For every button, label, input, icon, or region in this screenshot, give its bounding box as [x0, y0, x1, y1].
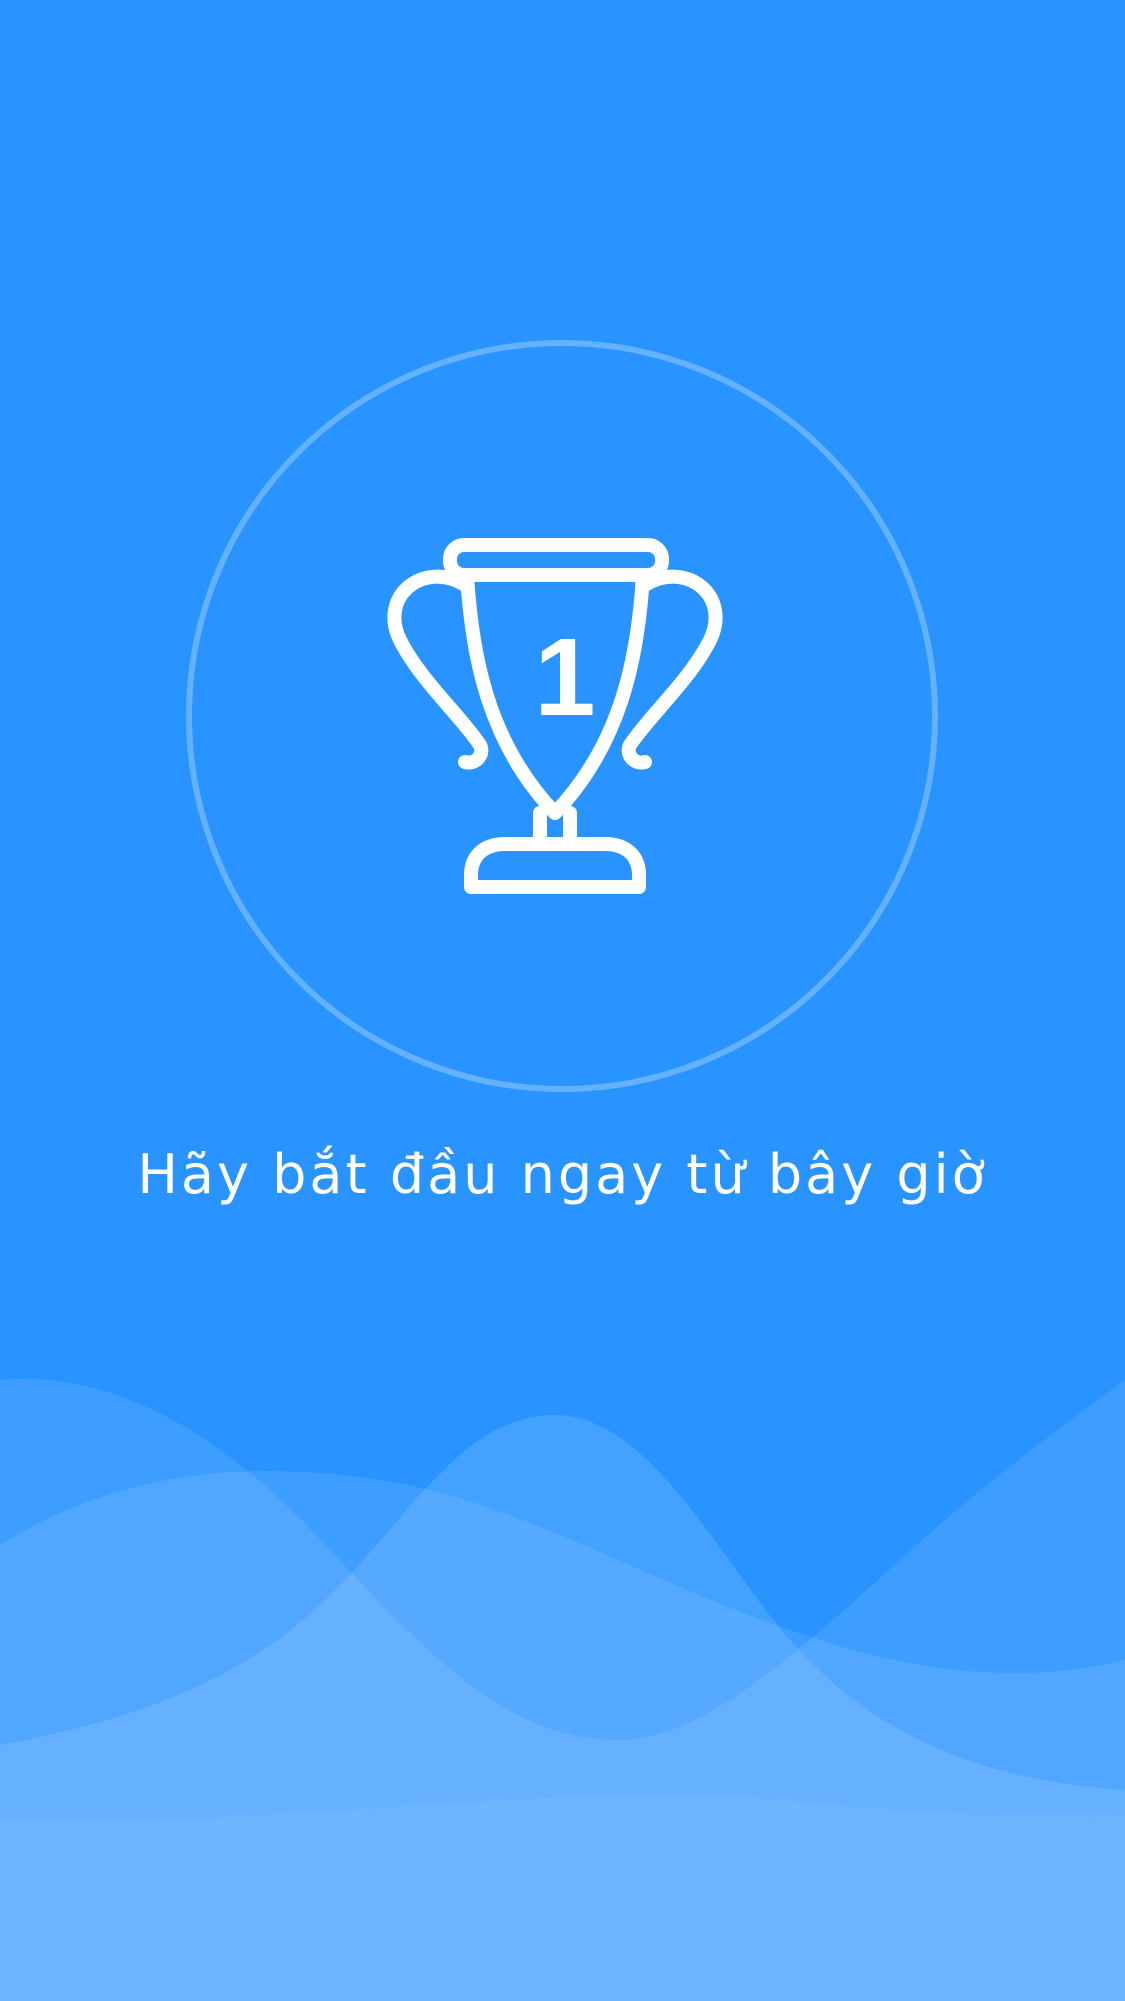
wave-decoration: [0, 1360, 1125, 2001]
onboarding-headline: Hãy bắt đầu ngay từ bây giờ: [137, 1143, 988, 1206]
trophy-icon: 1: [380, 530, 750, 900]
trophy-number: 1: [534, 616, 596, 739]
